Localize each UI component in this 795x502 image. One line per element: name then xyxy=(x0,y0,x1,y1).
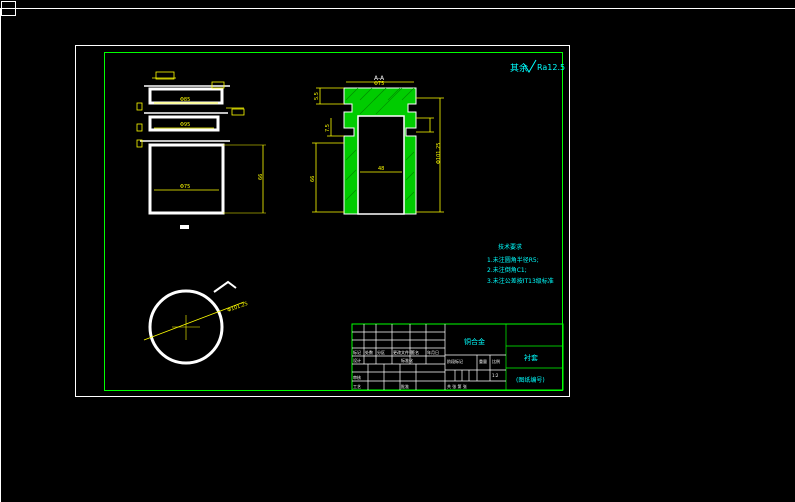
tb-label-sign: 签名 xyxy=(411,349,419,355)
section-bore xyxy=(357,115,405,215)
tech-item-2: 2.未注倒角C1; xyxy=(487,266,527,274)
dim-section-7-5: 7.5 xyxy=(325,124,331,132)
left-view-body xyxy=(148,143,225,215)
left-view xyxy=(136,71,266,229)
tb-scale: 1:2 xyxy=(492,373,499,378)
left-view-tag-right1 xyxy=(211,81,225,89)
tb-label-date: 年月日 xyxy=(427,349,439,355)
dim-section-top: Φ75 xyxy=(374,81,384,87)
left-view-label xyxy=(180,225,189,229)
tb-drawing-no: (图纸编号) xyxy=(516,376,545,384)
dim-phi95: Φ95 xyxy=(180,122,190,128)
tb-label-count: 处数 xyxy=(365,349,373,355)
roughness-note: 其余 Ra12.5 xyxy=(510,59,565,74)
tb-stage: 阶段标记 xyxy=(447,358,463,364)
tb-scale-label: 比例 xyxy=(492,358,500,364)
dim-66-left: 66 xyxy=(258,174,264,180)
tech-item-1: 1.未注圆角半径R5; xyxy=(487,256,539,264)
roughness-value: Ra12.5 xyxy=(537,63,565,72)
dim-phi85: Φ85 xyxy=(180,97,190,103)
tb-label-mark: 标记 xyxy=(353,349,361,355)
tb-sign-std: 标准化 xyxy=(401,357,413,363)
tb-part-name: 衬套 xyxy=(524,353,538,362)
left-view-tag-right2 xyxy=(231,108,245,116)
roughness-prefix: 其余 xyxy=(510,62,528,74)
dim-circle: Φ101.25 xyxy=(227,301,249,314)
tech-item-3: 3.未注公差按IT13级标准 xyxy=(487,277,554,285)
tb-material: 铜合金 xyxy=(464,337,485,346)
title-block-main: 铜合金 衬套 (图纸编号) xyxy=(464,337,545,384)
tech-title: 技术要求 xyxy=(498,243,522,251)
tb-label-change: 更改文件号 xyxy=(393,349,413,355)
left-view-tag-left3 xyxy=(136,123,143,132)
dim-section-5-5: 5.5 xyxy=(314,92,320,100)
tech-requirements: 技术要求 1.未注圆角半径R5; 2.未注倒角C1; 3.未注公差按IT13级标… xyxy=(487,243,554,285)
circle-view: Φ101.25 xyxy=(143,280,249,365)
tb-sign-review: 审核 xyxy=(353,374,361,380)
section-view: A-A xyxy=(312,75,444,215)
dim-section-66: 66 xyxy=(310,176,316,182)
dim-section-bore: 48 xyxy=(378,166,384,172)
tb-sign-approve: 批准 xyxy=(401,383,409,389)
viewport-frame xyxy=(0,8,795,502)
left-view-tag-left2 xyxy=(136,102,143,111)
tb-sheet: 共 张 第 张 xyxy=(447,383,467,389)
tb-weight: 重量 xyxy=(479,358,487,364)
cad-canvas[interactable]: 其余 Ra12.5 Φ85 Φ95 Φ75 66 A-A Φ75 48 5.5 … xyxy=(0,0,795,502)
dim-section-phi: Φ101.25 xyxy=(436,143,442,164)
tb-sign-design: 设计 xyxy=(353,357,361,363)
leader-arrow-icon xyxy=(213,280,237,293)
dim-phi75: Φ75 xyxy=(180,184,190,190)
tb-label-zone: 分区 xyxy=(377,349,385,355)
tb-sign-process: 工艺 xyxy=(353,384,361,389)
